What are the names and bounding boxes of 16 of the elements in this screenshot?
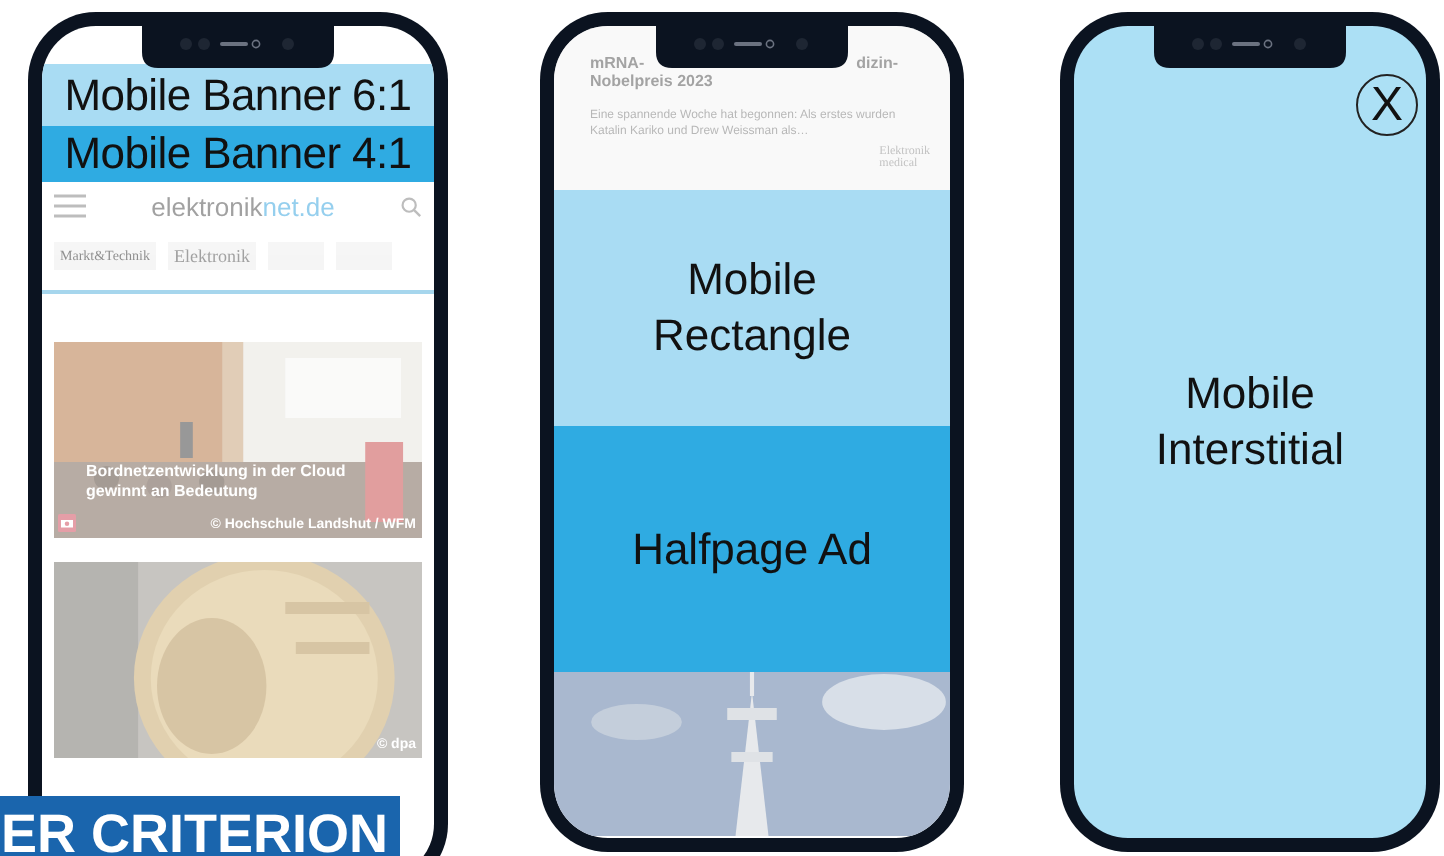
site-logo[interactable]: elektroniknet.de <box>151 191 335 221</box>
ad-label: Mobile Interstitial <box>1153 366 1347 478</box>
ad-label: Halfpage Ad <box>630 521 874 577</box>
camera-icon <box>58 514 76 532</box>
article-headline[interactable]: Nobelpreis 2023 <box>590 72 930 90</box>
menu-icon[interactable] <box>54 194 86 218</box>
ad-label: Mobile Rectangle <box>650 252 854 364</box>
article-headline[interactable]: mRNA- <box>590 54 645 72</box>
article-headline[interactable]: dizin- <box>856 54 898 72</box>
search-icon[interactable] <box>399 195 422 217</box>
ad-banner: Mobile Banner 4:1 <box>42 126 434 182</box>
article-headline[interactable]: Bordnetzentwicklung in der Cloud gewinnt an Bedeutung <box>86 462 366 502</box>
brand-tab[interactable]: Elektronik <box>168 242 256 270</box>
close-button[interactable]: X <box>1356 74 1418 136</box>
ad-banner: Mobile Banner 6:1 <box>42 64 434 126</box>
criterion-banner: ER CRITERION <box>0 796 400 856</box>
